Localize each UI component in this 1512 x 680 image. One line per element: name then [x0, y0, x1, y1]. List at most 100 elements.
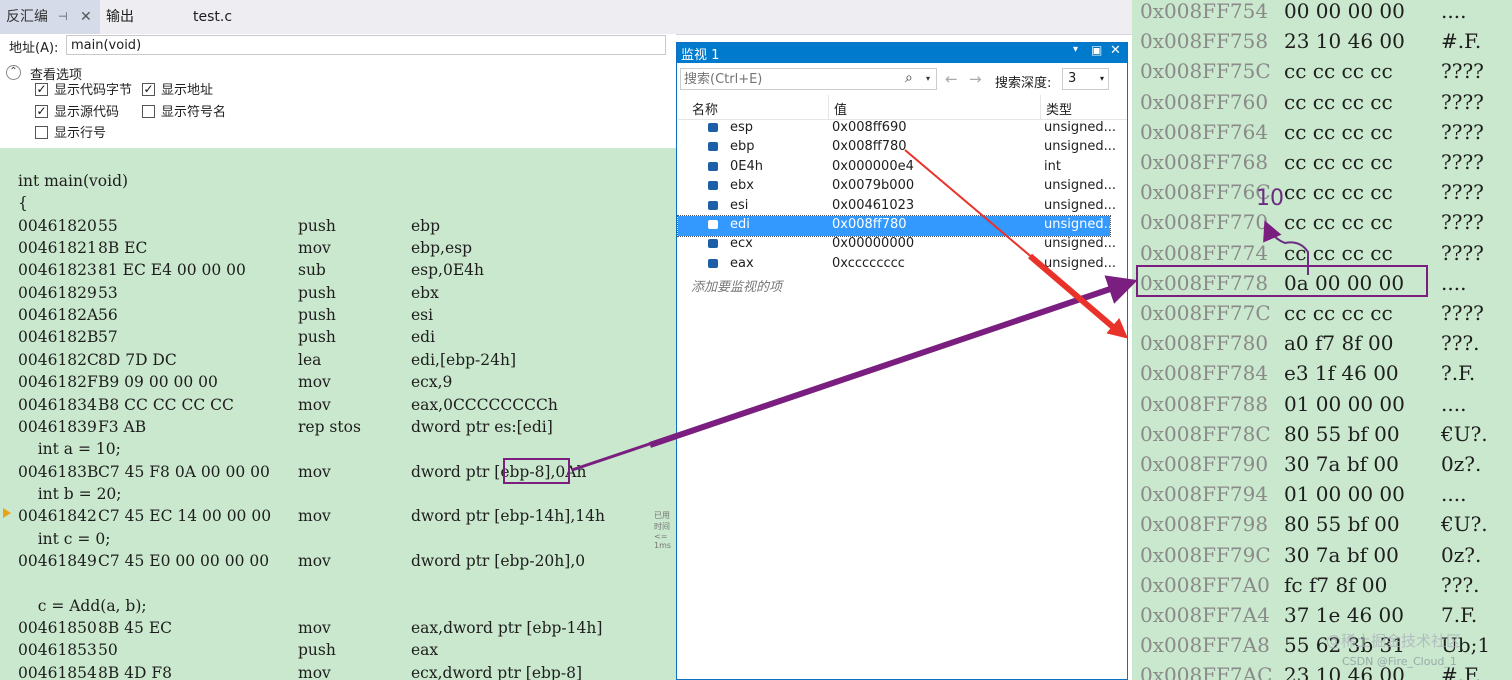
memory-bytes: cc cc cc cc	[1284, 240, 1393, 265]
memory-bytes: 01 00 00 00	[1284, 482, 1405, 507]
close-icon[interactable]: ✕	[1110, 43, 1121, 58]
watch-row-5[interactable]: edi 0x008ff780 unsigned...	[677, 215, 1116, 237]
checkbox-checked[interactable]: ✓	[35, 83, 48, 96]
memory-chars: ....	[1441, 391, 1467, 416]
column-header-name[interactable]: 名称	[692, 99, 718, 118]
asm-bytes: C7 45 EC 14 00 00 00	[98, 507, 272, 526]
memory-bytes: cc cc cc cc	[1284, 150, 1393, 174]
checkbox-label: 显示符号名	[161, 105, 227, 120]
maximize-icon[interactable]: ▣	[1091, 43, 1102, 57]
pin-icon[interactable]: ⊣	[58, 0, 68, 34]
asm-mnemonic: mov	[298, 507, 331, 526]
show-line-numbers-checkbox[interactable]: 显示行号	[35, 125, 106, 143]
memory-bytes: 80 55 bf 00	[1284, 512, 1400, 537]
column-divider[interactable]	[1040, 95, 1041, 119]
show-symbol-names-checkbox[interactable]: 显示符号名	[142, 104, 226, 122]
tab-test-c[interactable]: test.c	[193, 0, 232, 34]
memory-bytes: 30 7a bf 00	[1284, 542, 1399, 567]
source-text: int b = 20;	[18, 484, 122, 503]
asm-bytes: 50	[98, 641, 118, 660]
memory-bytes: cc cc cc cc	[1284, 119, 1393, 144]
chevron-down-icon[interactable]: ▾	[926, 74, 930, 83]
asm-address: 00461823	[18, 261, 97, 280]
asm-bytes: 53	[98, 283, 118, 302]
asm-address: 0046182C	[18, 350, 99, 369]
close-icon[interactable]: ✕	[80, 0, 92, 34]
watch-row-1[interactable]: ebp 0x008ff780 unsigned...	[678, 138, 1116, 158]
asm-mnemonic: mov	[298, 373, 331, 392]
memory-chars: ????	[1441, 180, 1484, 205]
asm-bytes: F3 AB	[98, 417, 147, 436]
show-code-bytes-checkbox[interactable]: ✓ 显示代码字节	[35, 82, 132, 100]
watch-type: unsigned...	[1044, 120, 1117, 135]
memory-chars: 0z?.	[1441, 542, 1482, 567]
checkbox-checked[interactable]: ✓	[142, 83, 155, 96]
memory-address: 0x008FF79C	[1140, 542, 1271, 567]
checkbox-unchecked[interactable]	[35, 126, 48, 139]
watch-row-2[interactable]: 0E4h 0x000000e4 int	[678, 158, 1110, 178]
chevron-down-icon: ▾	[1099, 74, 1104, 83]
highlight-box-ebp-8	[503, 458, 570, 484]
asm-mnemonic: push	[298, 306, 336, 325]
asm-operands: ebx	[411, 283, 439, 302]
column-header-type[interactable]: 类型	[1046, 99, 1072, 118]
back-arrow-icon[interactable]: ←	[945, 70, 958, 88]
address-label: 地址(A):	[9, 41, 59, 56]
instruction-pointer-icon	[3, 508, 11, 518]
memory-address: 0x008FF788	[1140, 391, 1269, 416]
asm-operands: ecx,dword ptr [ebp-8]	[411, 663, 582, 680]
show-address-checkbox[interactable]: ✓ 显示地址	[142, 82, 213, 100]
asm-bytes: B8 CC CC CC CC	[98, 395, 234, 414]
memory-pane[interactable]: 0x008FF754 00 00 00 00.... 0x008FF758 23 10…	[1132, 0, 1512, 680]
checkbox-checked[interactable]: ✓	[35, 105, 48, 118]
watch-type: unsigned...	[1044, 255, 1117, 271]
memory-address: 0x008FF798	[1140, 512, 1269, 537]
asm-address: 00461842	[18, 507, 97, 526]
asm-bytes: 56	[98, 306, 118, 325]
forward-arrow-icon[interactable]: →	[969, 70, 982, 88]
tab-output[interactable]: 输出	[106, 0, 134, 34]
watch-row-7[interactable]: eax 0xcccccccc unsigned...	[678, 255, 1116, 275]
asm-mnemonic: mov	[298, 462, 331, 481]
watch-title: 监视 1	[681, 48, 720, 63]
variable-icon	[708, 161, 718, 171]
watch-search-input[interactable]	[680, 68, 937, 90]
disassembly-code[interactable]: int main(void) {00461820 55 push ebp 00461821…	[0, 148, 676, 680]
search-icon[interactable]: ⌕	[905, 70, 913, 86]
variable-icon	[708, 239, 718, 249]
watch-value: 0x008ff780	[832, 139, 907, 155]
address-input[interactable]: main(void)	[66, 35, 666, 55]
watch-title-bar[interactable]: 监视 1 ▾ ▣ ✕	[677, 43, 1127, 63]
watch-type: unsigned...	[1044, 236, 1117, 252]
watch-row-3[interactable]: ebx 0x0079b000 unsigned...	[678, 177, 1116, 197]
memory-chars: €U?.	[1441, 421, 1488, 446]
collapse-icon[interactable]: ⌃	[6, 65, 21, 80]
asm-operands: edi	[411, 328, 436, 347]
asm-bytes: C7 45 F8 0A 00 00 00	[98, 462, 270, 481]
watch-row-0[interactable]: esp 0x008ff690 unsigned...	[678, 119, 1116, 139]
view-options-title: 查看选项	[30, 68, 83, 83]
column-header-value[interactable]: 值	[834, 99, 847, 118]
watermark-juejin: @稀土掘金技术社区	[1326, 632, 1462, 650]
watch-type: unsigned...	[1044, 217, 1117, 232]
add-watch-item[interactable]: 添加要监视的项	[691, 276, 782, 295]
watch-value: 0x00000000	[832, 236, 915, 252]
window-menu-icon[interactable]: ▾	[1073, 44, 1078, 55]
watch-value: 0x0079b000	[832, 178, 915, 194]
asm-address: 0046182B	[18, 328, 99, 347]
tab-disassembly[interactable]: 反汇编 ⊣ ✕	[0, 0, 100, 34]
asm-bytes: 8B EC	[98, 239, 148, 258]
search-depth-select[interactable]: 3 ▾	[1062, 68, 1109, 90]
memory-address: 0x008FF780	[1140, 331, 1269, 356]
watch-row-4[interactable]: esi 0x00461023 unsigned...	[678, 197, 1116, 217]
asm-operands: eax	[411, 641, 439, 660]
checkbox-label: 显示代码字节	[54, 83, 133, 98]
checkbox-unchecked[interactable]	[142, 105, 155, 118]
memory-chars: ....	[1441, 482, 1467, 507]
show-source-checkbox[interactable]: ✓ 显示源代码	[35, 104, 119, 122]
watch-row-6[interactable]: ecx 0x00000000 unsigned...	[678, 235, 1116, 255]
memory-bytes: 23 10 46 00	[1284, 29, 1405, 54]
asm-mnemonic: mov	[298, 663, 331, 680]
watch-value: 0x000000e4	[832, 158, 914, 174]
column-divider[interactable]	[828, 95, 829, 119]
